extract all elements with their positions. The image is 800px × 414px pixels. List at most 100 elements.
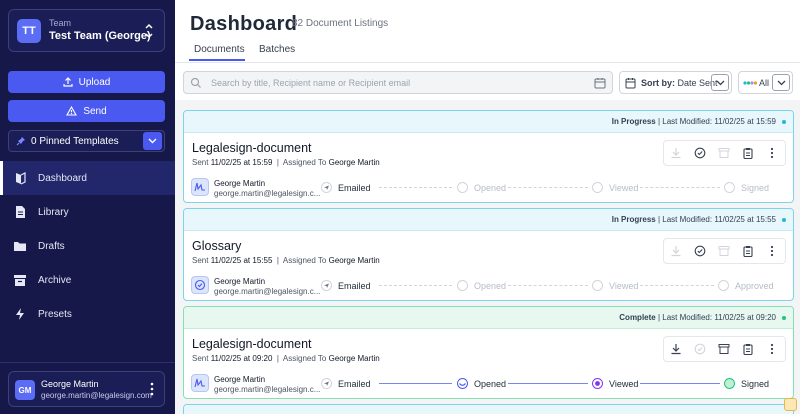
recipient-avatar <box>191 276 209 294</box>
clipboard-icon[interactable] <box>742 343 754 355</box>
recipient-email: george.martin@legalesign.c... <box>214 189 321 198</box>
step-signed-icon <box>724 378 735 389</box>
user-menu[interactable]: GM George Martin george.martin@legalesig… <box>8 371 165 407</box>
dashboard-icon <box>16 172 26 185</box>
feedback-icon[interactable] <box>784 398 797 411</box>
filter-label: All <box>759 78 770 88</box>
sidebar-item-drafts[interactable]: Drafts <box>0 229 175 263</box>
filter-dropdown-button[interactable] <box>772 74 790 91</box>
step-connector <box>640 187 720 188</box>
sidebar-item-label: Dashboard <box>38 172 87 184</box>
card-status: Complete | Last Modified: 11/02/25 at 09… <box>619 313 776 322</box>
chevron-down-icon <box>716 80 724 85</box>
sort-dropdown-button[interactable] <box>711 74 729 91</box>
status-dots-icon <box>743 81 757 85</box>
status-dot <box>782 218 786 222</box>
search-placeholder: Search by title, Recipient name or Recip… <box>211 78 411 88</box>
tab-batches[interactable]: Batches <box>259 44 295 55</box>
step-opened-icon <box>457 378 468 389</box>
sort-select[interactable]: Sort by: Date Sent <box>619 71 732 94</box>
status-filter-select[interactable]: All <box>738 71 793 94</box>
download-icon[interactable] <box>670 343 682 355</box>
clipboard-icon[interactable] <box>742 147 754 159</box>
pinned-templates[interactable]: 0 Pinned Templates <box>8 130 165 152</box>
sidebar-divider <box>0 362 175 363</box>
archive-icon <box>14 275 26 286</box>
search-icon <box>190 77 201 88</box>
recipient-email: george.martin@legalesign.c... <box>214 385 321 394</box>
document-card[interactable]: In Progress | Last Modified: 11/02/25 at… <box>183 110 794 203</box>
more-vertical-icon[interactable] <box>766 343 778 355</box>
card-status: In Progress | Last Modified: 11/02/25 at… <box>611 215 776 224</box>
check-circle-icon[interactable] <box>694 245 706 257</box>
clipboard-icon[interactable] <box>742 245 754 257</box>
team-switcher[interactable]: TT Team Test Team (George) <box>8 9 165 52</box>
document-card[interactable] <box>183 404 794 414</box>
step-connector <box>640 383 720 384</box>
recipient-email: george.martin@legalesign.c... <box>214 287 321 296</box>
upload-button[interactable]: Upload <box>8 71 165 93</box>
tab-documents[interactable]: Documents <box>194 44 245 55</box>
step-connector <box>508 187 588 188</box>
approve-icon <box>194 279 206 291</box>
sidebar-item-label: Presets <box>38 308 72 320</box>
document-name[interactable]: Glossary <box>192 239 241 253</box>
document-count: 82 Document Listings <box>292 18 389 29</box>
pinned-templates-label: 0 Pinned Templates <box>31 136 119 147</box>
check-circle-icon[interactable] <box>694 147 706 159</box>
step-connector <box>379 187 452 188</box>
upload-icon <box>63 77 73 87</box>
sidebar: TT Team Test Team (George) Upload Send 0… <box>0 0 175 414</box>
sidebar-item-library[interactable]: Library <box>0 195 175 229</box>
page-title: Dashboard <box>190 13 298 35</box>
status-dot <box>782 120 786 124</box>
check-circle-icon[interactable] <box>694 343 706 355</box>
tabs-divider <box>175 62 800 63</box>
download-icon[interactable] <box>670 245 682 257</box>
more-vertical-icon[interactable] <box>766 245 778 257</box>
calendar-icon[interactable] <box>594 77 606 89</box>
search-input[interactable]: Search by title, Recipient name or Recip… <box>183 71 613 94</box>
sidebar-item-archive[interactable]: Archive <box>0 263 175 297</box>
document-name[interactable]: Legalesign-document <box>192 337 312 351</box>
more-vertical-icon[interactable] <box>150 382 154 396</box>
document-sent-info: Sent 11/02/25 at 15:55 | Assigned To Geo… <box>192 256 380 265</box>
sidebar-item-label: Drafts <box>38 240 65 252</box>
document-sent-info: Sent 11/02/25 at 09:20 | Assigned To Geo… <box>192 354 380 363</box>
recipient-avatar <box>191 374 209 392</box>
archive-box-icon[interactable] <box>718 343 730 355</box>
document-name[interactable]: Legalesign-document <box>192 141 312 155</box>
card-status-bar <box>184 405 793 414</box>
send-button-label: Send <box>83 105 107 117</box>
archive-box-icon[interactable] <box>718 245 730 257</box>
recipient-name: George Martin <box>214 179 266 188</box>
step-viewed-icon <box>592 378 603 389</box>
document-actions <box>663 140 786 166</box>
sidebar-item-presets[interactable]: Presets <box>0 297 175 331</box>
signature-icon <box>194 182 205 192</box>
step-emailed-icon <box>321 280 332 291</box>
pinned-templates-dropdown[interactable] <box>143 132 162 150</box>
document-card[interactable]: In Progress | Last Modified: 11/02/25 at… <box>183 208 794 301</box>
team-name: Test Team (George) <box>49 30 151 42</box>
library-icon <box>16 206 25 218</box>
sidebar-item-label: Library <box>38 206 69 218</box>
card-status: In Progress | Last Modified: 11/02/25 at… <box>611 117 776 126</box>
archive-box-icon[interactable] <box>718 147 730 159</box>
send-button[interactable]: Send <box>8 100 165 122</box>
step-emailed-icon <box>321 182 332 193</box>
warning-icon <box>66 106 78 116</box>
more-vertical-icon[interactable] <box>766 147 778 159</box>
document-actions <box>663 336 786 362</box>
drafts-icon <box>14 242 26 251</box>
sidebar-item-dashboard[interactable]: Dashboard <box>0 161 175 195</box>
document-list: In Progress | Last Modified: 11/02/25 at… <box>175 100 800 414</box>
download-icon[interactable] <box>670 147 682 159</box>
sidebar-item-label: Archive <box>38 274 72 286</box>
document-card[interactable]: Complete | Last Modified: 11/02/25 at 09… <box>183 306 794 399</box>
chevron-down-icon <box>777 80 785 85</box>
document-sent-info: Sent 11/02/25 at 15:59 | Assigned To Geo… <box>192 158 380 167</box>
chevron-down-icon <box>148 138 157 144</box>
step-emailed-icon <box>321 378 332 389</box>
upload-button-label: Upload <box>78 76 111 88</box>
